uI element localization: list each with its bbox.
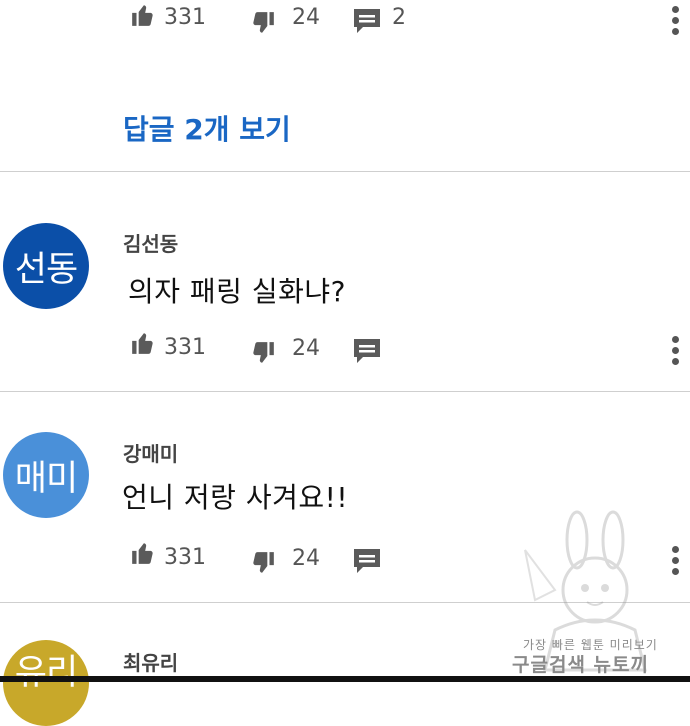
- thumbs-down-icon[interactable]: [250, 340, 276, 366]
- thumbs-up-icon[interactable]: [130, 2, 156, 28]
- divider: [0, 171, 690, 172]
- thumbs-down-icon[interactable]: [250, 550, 276, 576]
- comment-text: 언니 저랑 사겨요!!: [122, 481, 349, 514]
- comment-author: 김선동: [123, 232, 179, 256]
- dislike-count: 24: [292, 336, 320, 361]
- like-count: 331: [164, 545, 206, 570]
- thumbs-up-icon[interactable]: [130, 540, 156, 566]
- reply-icon[interactable]: [353, 338, 381, 364]
- reply-icon[interactable]: [353, 548, 381, 574]
- thumbs-down-icon[interactable]: [250, 10, 276, 36]
- dislike-count: 24: [292, 5, 320, 30]
- comment-author: 최유리: [123, 651, 179, 675]
- dislike-count: 24: [292, 546, 320, 571]
- divider: [0, 391, 690, 392]
- like-count: 331: [164, 5, 206, 30]
- comment-author: 강매미: [123, 442, 179, 466]
- more-options-icon[interactable]: [672, 6, 682, 39]
- more-options-icon[interactable]: [672, 336, 682, 369]
- avatar: 매미: [3, 432, 89, 518]
- like-count: 331: [164, 335, 206, 360]
- avatar: 유리: [3, 640, 89, 726]
- comment-text: 의자 패링 실화냐?: [128, 275, 346, 308]
- avatar: 선동: [3, 223, 89, 309]
- thumbs-up-icon[interactable]: [130, 330, 156, 356]
- watermark-text: 구글검색 뉴토끼: [512, 654, 649, 676]
- view-replies-link[interactable]: 답글 2개 보기: [123, 108, 291, 148]
- reply-count: 2: [392, 5, 406, 30]
- bottom-edge-bar: [0, 676, 690, 682]
- reply-icon[interactable]: [353, 8, 381, 34]
